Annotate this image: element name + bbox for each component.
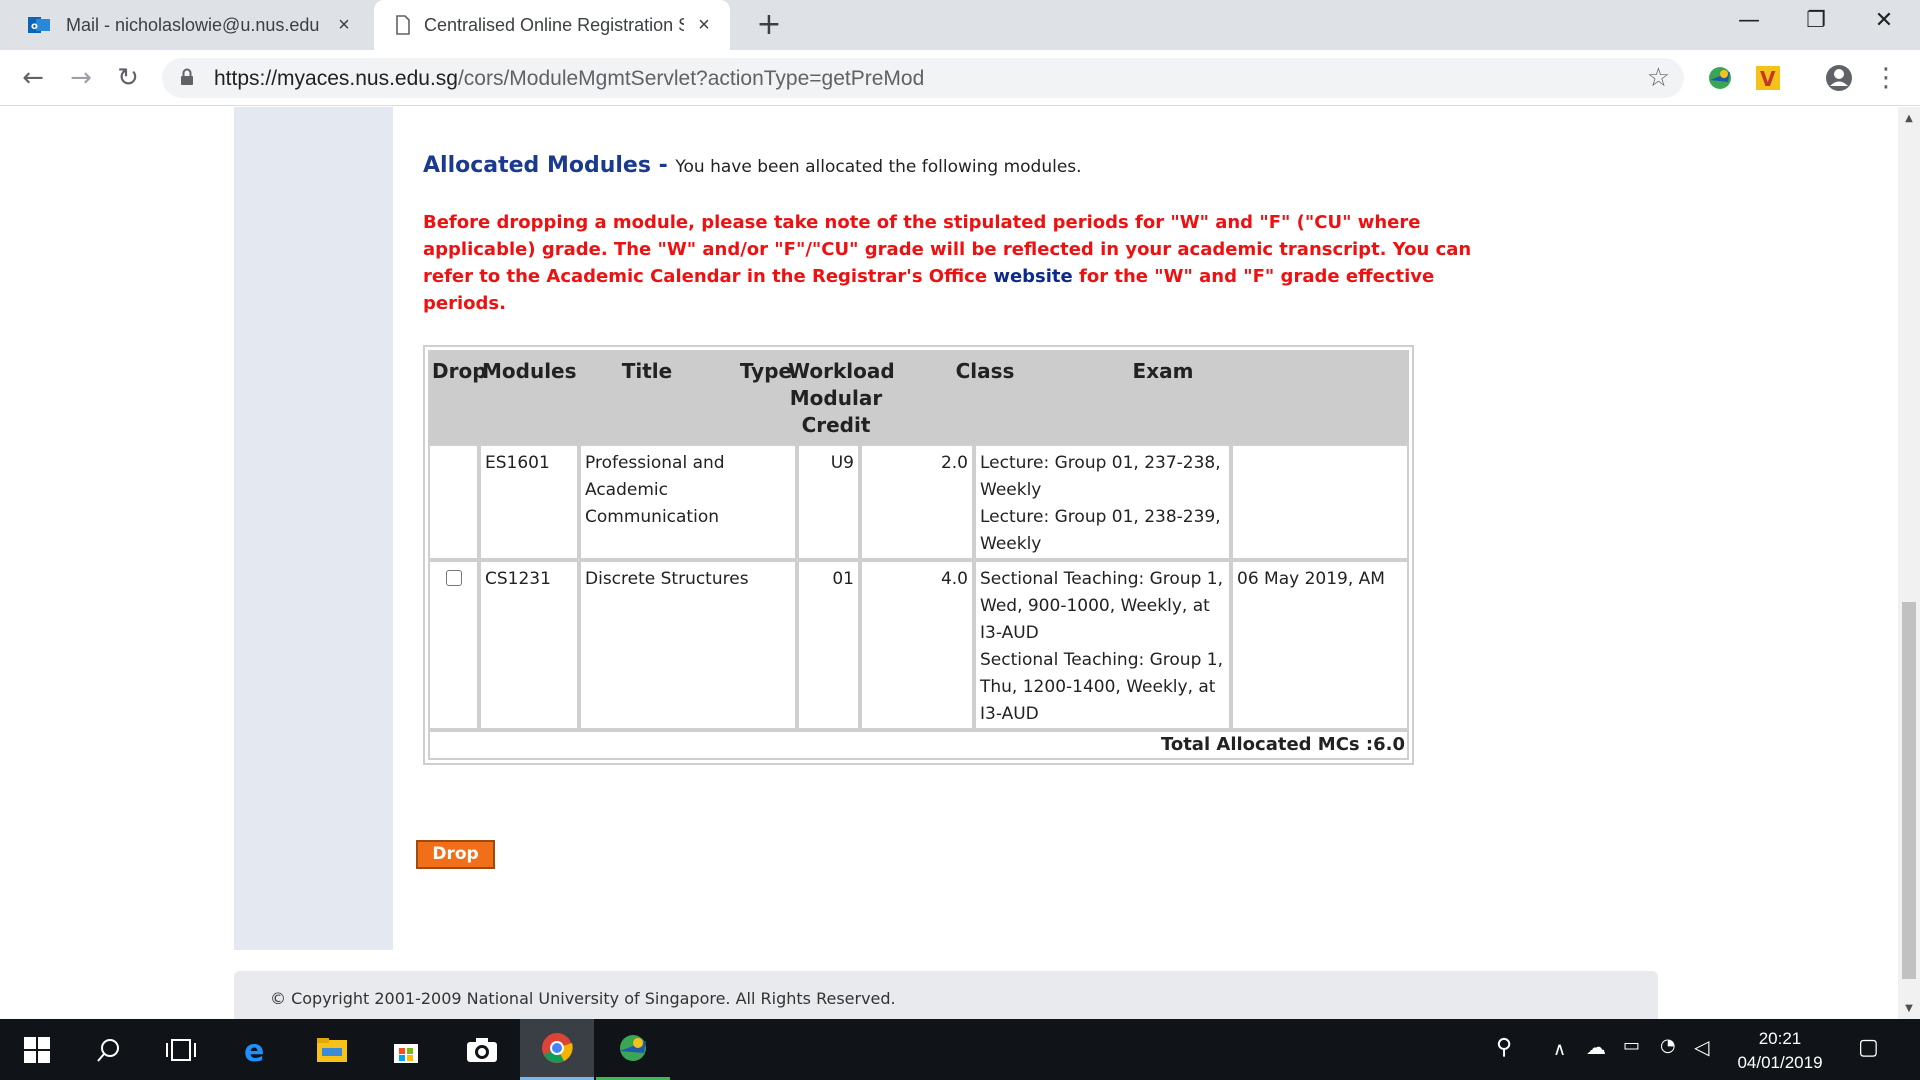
close-window-button[interactable]: ✕ (1860, 6, 1908, 36)
windows-start-icon[interactable] (0, 1019, 74, 1080)
table-row-drop (428, 444, 479, 560)
page-footer: © Copyright 2001-2009 National Universit… (234, 971, 1658, 1019)
outlook-icon: o (28, 17, 50, 33)
edge-browser-icon[interactable]: e (220, 1019, 294, 1080)
header-class: Class (955, 359, 1015, 383)
folder-icon (317, 1037, 347, 1062)
menu-icon[interactable]: ⋮ (1868, 60, 1904, 96)
table-row-drop (428, 560, 479, 730)
module-credit: 2.0 (860, 444, 974, 560)
account-icon[interactable] (1823, 62, 1855, 94)
browser-toolbar: ← → ↻ https://myaces.nus.edu.sg/cors/Mod… (0, 50, 1920, 106)
page-subtitle: You have been allocated the following mo… (675, 157, 1082, 177)
header-workload: Workload Modular Credit (788, 359, 895, 437)
bookmark-star-icon[interactable]: ☆ (1647, 63, 1670, 93)
globe-extension-icon[interactable] (1704, 62, 1736, 94)
url-path: /cors/ModuleMgmtServlet?actionType=getPr… (457, 67, 925, 90)
table-header: Drop Modules Title Type Workload Modular… (428, 350, 1409, 444)
lock-icon (181, 68, 193, 85)
module-credit: 4.0 (860, 560, 974, 730)
page-heading: Allocated Modules - You have been alloca… (423, 153, 1082, 178)
reload-button[interactable]: ↻ (110, 60, 146, 96)
drop-button[interactable]: Drop (416, 840, 495, 869)
camera-icon[interactable] (445, 1019, 519, 1080)
registrar-website-link[interactable]: website (993, 266, 1072, 287)
tab-cors[interactable]: Centralised Online Registration S × (374, 0, 730, 50)
heading-dash: - (650, 153, 676, 178)
clock-time: 20:21 (1758, 1029, 1802, 1048)
total-mcs: Total Allocated MCs :6.0 (428, 730, 1409, 760)
drop-warning: Before dropping a module, please take no… (423, 209, 1483, 317)
module-class: Lecture: Group 01, 237-238, Weekly Lectu… (974, 444, 1231, 560)
url-host: https://myaces.nus.edu.sg (214, 67, 458, 90)
task-view-glyph-icon (166, 1038, 196, 1061)
module-code: CS1231 (479, 560, 579, 730)
clock-date: 04/01/2019 (1737, 1053, 1823, 1072)
search-icon[interactable] (72, 1019, 146, 1080)
header-exam: Exam (1132, 359, 1194, 383)
new-tab-button[interactable]: + (752, 8, 786, 42)
tab-strip: o Mail - nicholaslowie@u.nus.edu × Centr… (0, 0, 1920, 50)
module-class: Sectional Teaching: Group 1, Wed, 900-10… (974, 560, 1231, 730)
magnifier-icon (97, 1038, 119, 1062)
restore-button[interactable]: ❐ (1792, 6, 1840, 36)
svg-text:e: e (244, 1035, 264, 1065)
module-exam (1231, 444, 1409, 560)
page-viewport: Allocated Modules - You have been alloca… (0, 107, 1898, 1019)
drop-checkbox-cs1231[interactable] (445, 570, 462, 586)
taskbar-clock[interactable]: 20:21 04/01/2019 (1730, 1027, 1830, 1075)
windows-logo-icon (24, 1036, 50, 1063)
svg-text:V: V (1760, 67, 1776, 91)
url-text: https://myaces.nus.edu.sg/cors/ModuleMgm… (214, 67, 924, 91)
cloud-icon[interactable]: ☁ (1586, 1035, 1606, 1059)
header-title: Title (621, 359, 673, 383)
globe-app-logo-icon (620, 1035, 646, 1061)
file-explorer-icon[interactable] (295, 1019, 369, 1080)
side-column (234, 107, 393, 950)
allocated-modules-table: Drop Modules Title Type Workload Modular… (423, 345, 1414, 765)
forward-button[interactable]: → (63, 60, 99, 96)
module-code: ES1601 (479, 444, 579, 560)
scroll-down-icon[interactable]: ▼ (1903, 1003, 1915, 1014)
v-extension-icon[interactable]: V (1752, 62, 1784, 94)
module-type: 01 (797, 560, 860, 730)
document-icon (396, 15, 410, 35)
globe-app-icon[interactable] (596, 1019, 670, 1080)
chrome-icon[interactable] (520, 1019, 594, 1080)
tab-title: Centralised Online Registration S (424, 14, 684, 35)
store-icon[interactable] (369, 1019, 443, 1080)
module-exam: 06 May 2019, AM (1231, 560, 1409, 730)
tab-mail[interactable]: o Mail - nicholaslowie@u.nus.edu × (0, 0, 370, 50)
svg-text:o: o (31, 21, 38, 32)
wifi-icon[interactable]: ◔ (1660, 1035, 1676, 1056)
close-icon[interactable]: × (332, 13, 356, 37)
module-type: U9 (797, 444, 860, 560)
close-icon[interactable]: × (692, 13, 716, 37)
back-button[interactable]: ← (15, 60, 51, 96)
battery-icon[interactable]: ▭ (1623, 1035, 1640, 1056)
notifications-icon[interactable]: ▢ (1858, 1035, 1879, 1060)
task-view-icon[interactable] (144, 1019, 218, 1080)
address-bar[interactable]: https://myaces.nus.edu.sg/cors/ModuleMgm… (162, 58, 1684, 98)
show-hidden-icons-icon[interactable]: ∧ (1553, 1039, 1566, 1060)
camera-glyph-icon (467, 1037, 497, 1062)
tab-title: Mail - nicholaslowie@u.nus.edu (66, 14, 320, 35)
module-title: Professional and Academic Communication (579, 444, 797, 560)
page-title: Allocated Modules (423, 153, 651, 178)
module-title: Discrete Structures (579, 560, 797, 730)
scroll-up-icon[interactable]: ▲ (1903, 113, 1915, 124)
copyright-text: © Copyright 2001-2009 National Universit… (270, 989, 896, 1008)
minimize-button[interactable]: — (1725, 6, 1773, 36)
header-type: Type (739, 359, 793, 383)
header-drop: Drop (432, 359, 487, 383)
vertical-scrollbar[interactable]: ▲ ▼ (1898, 107, 1920, 1019)
chrome-logo-icon (542, 1033, 573, 1063)
scrollbar-thumb[interactable] (1902, 602, 1916, 979)
edge-logo-icon: e (244, 1035, 264, 1065)
people-icon[interactable]: ⚲ (1496, 1035, 1512, 1060)
volume-icon[interactable]: ◁ (1694, 1035, 1709, 1059)
windows-taskbar: e ⚲ ∧ ☁ ▭ ◔ ◁ 20:21 04/01/2019 ▢ (0, 1019, 1920, 1080)
shopping-bag-icon (394, 1043, 418, 1063)
